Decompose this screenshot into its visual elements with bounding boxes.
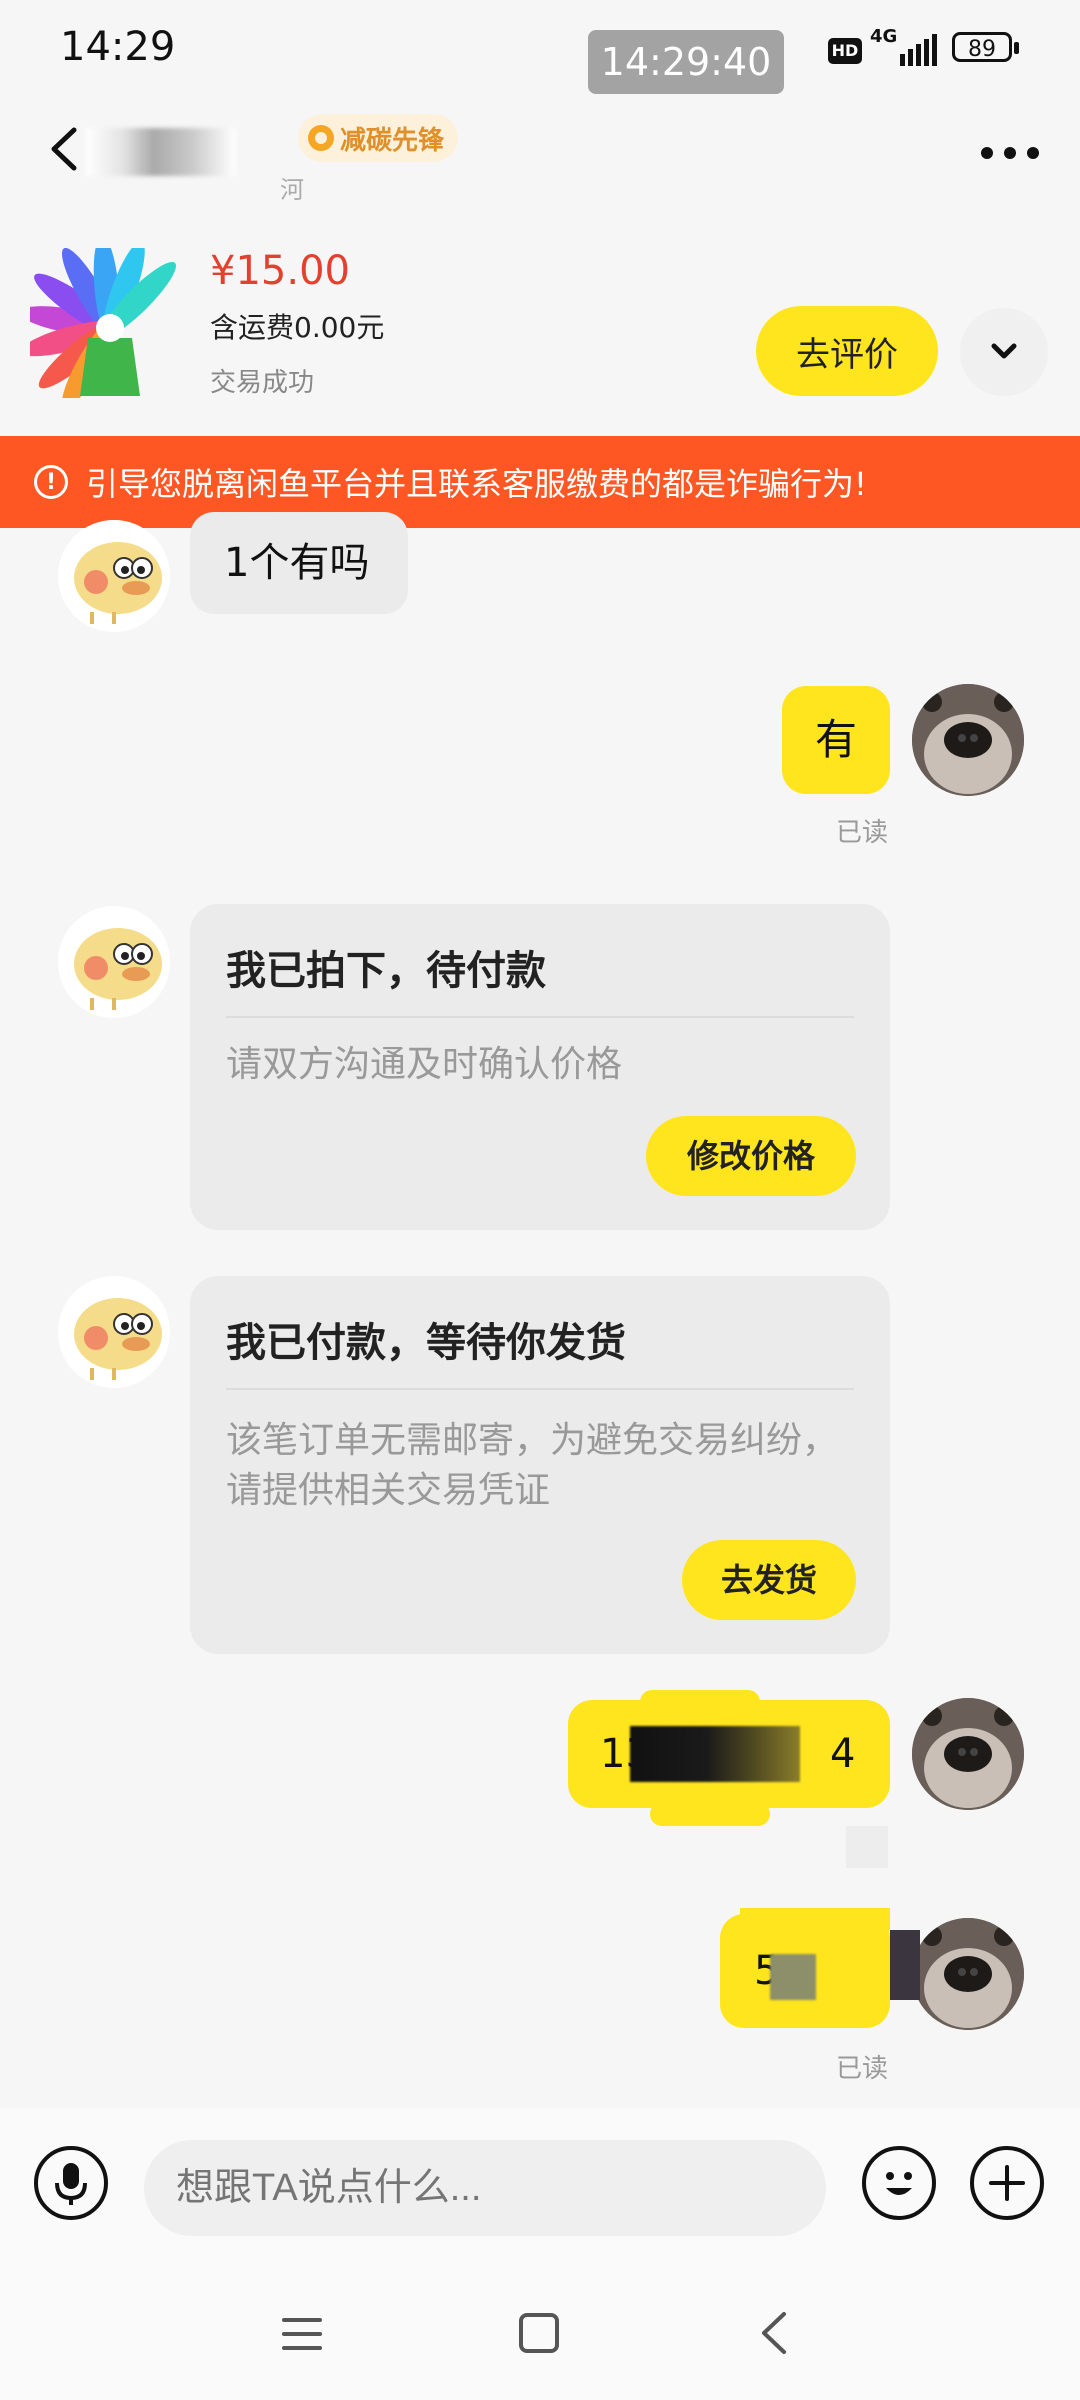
dog-avatar-icon <box>912 684 1024 796</box>
seller-avatar[interactable] <box>58 1276 170 1388</box>
duck-avatar-icon <box>58 520 170 632</box>
my-avatar[interactable] <box>912 684 1024 796</box>
message-bubble-right[interactable]: 有 <box>782 686 890 794</box>
product-price: ¥15.00 <box>210 248 350 294</box>
my-avatar[interactable] <box>912 1698 1024 1810</box>
message-bubble-left[interactable]: 1个有吗 <box>190 512 408 614</box>
plus-icon <box>989 2165 1025 2201</box>
carbon-badge[interactable]: 减碳先锋 <box>298 114 459 162</box>
card-divider <box>226 1016 854 1018</box>
battery-icon: 89 <box>952 32 1012 62</box>
card-description: 请双方沟通及时确认价格 <box>226 1044 623 1085</box>
badge-label: 减碳先锋 <box>340 125 445 156</box>
redaction-smear <box>650 1802 770 1826</box>
message-text-suffix: 4 <box>830 1731 856 1777</box>
read-status: 已读 <box>836 818 889 848</box>
expand-button[interactable] <box>960 308 1048 396</box>
redacted-block <box>630 1726 800 1782</box>
status-time: 14:29 <box>60 24 176 70</box>
seller-avatar[interactable] <box>58 520 170 632</box>
message-text: 有 <box>814 715 857 764</box>
card-divider <box>226 1388 854 1390</box>
signal-icon <box>900 34 937 66</box>
shipping-fee: 含运费0.00元 <box>210 311 385 344</box>
more-actions-button[interactable] <box>970 2146 1044 2220</box>
message-bubble-right[interactable]: 13 4 <box>568 1700 890 1808</box>
redaction-smear <box>740 1908 890 1930</box>
clock-overlay: 14:29:40 <box>588 30 784 94</box>
seller-name-blurred[interactable] <box>86 128 236 176</box>
hd-icon: HD <box>828 38 862 64</box>
leaf-badge-icon <box>308 125 334 151</box>
redaction-smear <box>640 1690 760 1714</box>
review-button[interactable]: 去评价 <box>756 306 938 396</box>
menu-icon[interactable] <box>282 2314 322 2354</box>
battery-tip <box>1014 42 1019 54</box>
deal-status: 交易成功 <box>210 368 315 398</box>
duck-avatar-icon <box>58 1276 170 1388</box>
product-thumbnail[interactable] <box>30 248 190 398</box>
more-dots-icon[interactable] <box>980 146 1040 160</box>
order-card-pending-payment: 我已拍下，待付款 请双方沟通及时确认价格 修改价格 <box>190 904 890 1230</box>
redaction-smear <box>846 1826 888 1868</box>
my-avatar[interactable] <box>912 1918 1024 2030</box>
ship-button[interactable]: 去发货 <box>682 1540 856 1620</box>
seller-subtitle: 河 <box>280 176 304 204</box>
message-input[interactable] <box>144 2140 826 2236</box>
emoji-button[interactable] <box>862 2146 936 2220</box>
order-card-awaiting-shipment: 我已付款，等待你发货 该笔订单无需邮寄，为避免交易纠纷，请提供相关交易凭证 去发… <box>190 1276 890 1654</box>
modify-price-button[interactable]: 修改价格 <box>646 1116 856 1196</box>
warning-text: 引导您脱离闲鱼平台并且联系客服缴费的都是诈骗行为! <box>86 465 867 503</box>
network-type: 4G <box>870 26 898 47</box>
duck-avatar-icon <box>58 906 170 1018</box>
dog-avatar-icon <box>912 1918 1024 2030</box>
fraud-warning-banner: ! 引导您脱离闲鱼平台并且联系客服缴费的都是诈骗行为! <box>0 436 1080 528</box>
card-title: 我已拍下，待付款 <box>226 948 546 994</box>
message-bubble-right[interactable]: 5 <box>720 1914 890 2028</box>
message-text: 1个有吗 <box>224 540 370 586</box>
redaction-smear <box>890 1930 920 2000</box>
read-status: 已读 <box>836 2054 889 2084</box>
home-icon[interactable] <box>518 2312 560 2354</box>
card-description: 该笔订单无需邮寄，为避免交易纠纷，请提供相关交易凭证 <box>226 1420 839 1511</box>
card-title: 我已付款，等待你发货 <box>226 1320 626 1366</box>
alert-icon: ! <box>34 465 68 499</box>
microphone-icon <box>55 2163 87 2205</box>
seller-avatar[interactable] <box>58 906 170 1018</box>
chevron-down-icon <box>991 343 1017 359</box>
redacted-block <box>770 1954 816 2000</box>
voice-button[interactable] <box>34 2146 108 2220</box>
back-arrow-icon[interactable] <box>44 124 84 174</box>
dog-avatar-icon <box>912 1698 1024 1810</box>
emoji-icon <box>886 2172 912 2195</box>
nav-back-icon[interactable] <box>758 2310 790 2356</box>
